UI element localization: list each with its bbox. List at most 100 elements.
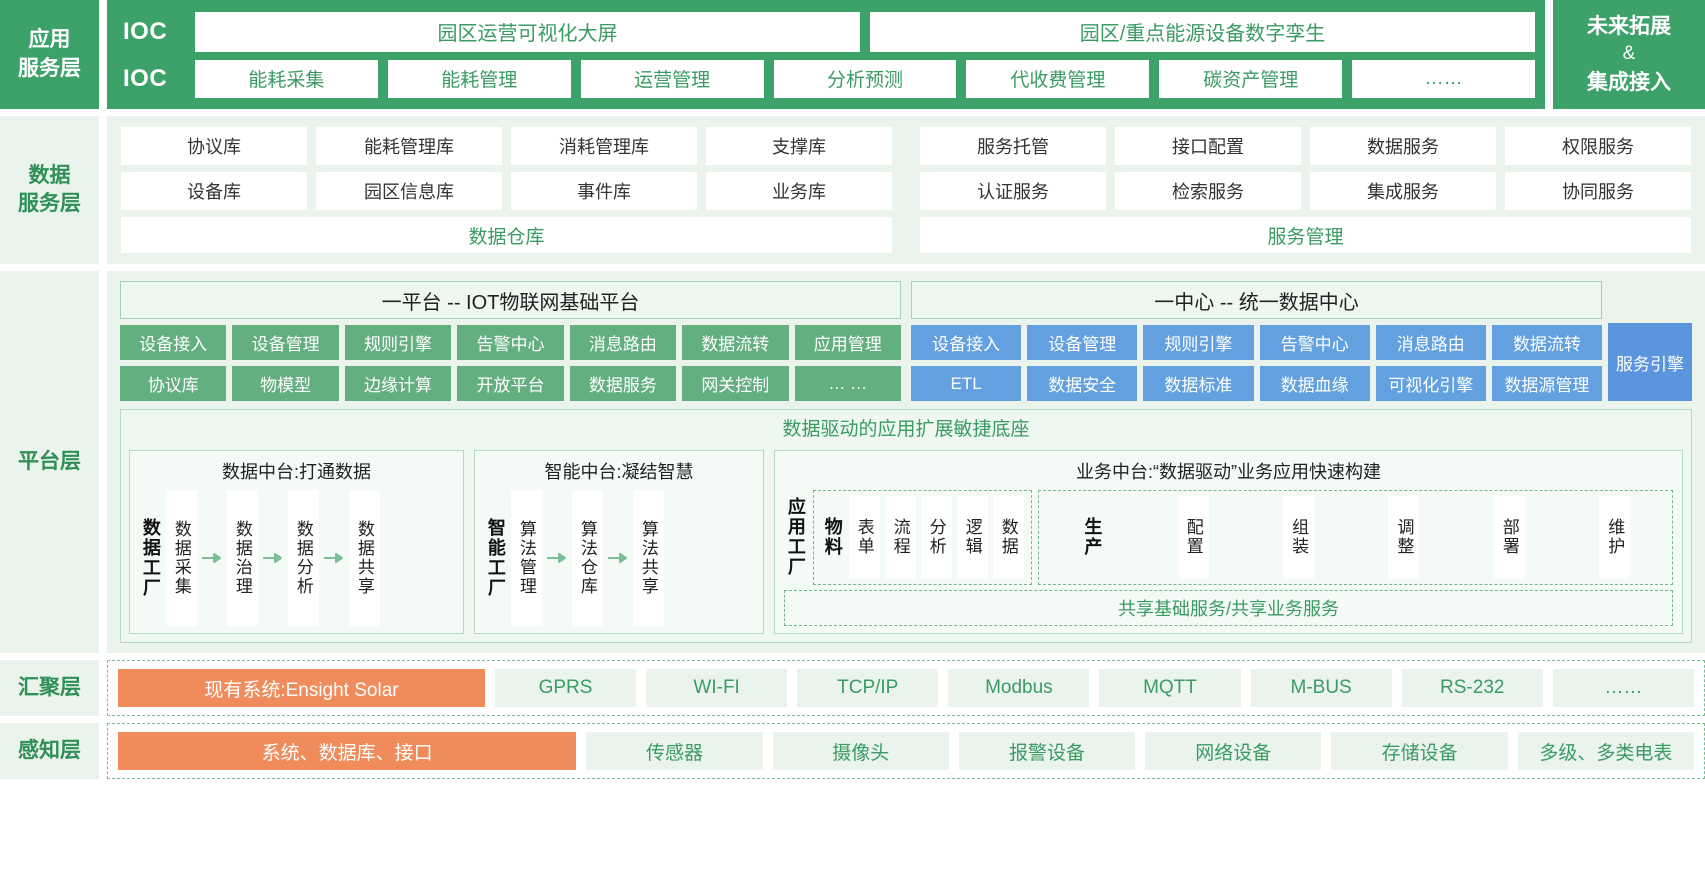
iot-chip-app-manage[interactable]: 应用管理 bbox=[794, 325, 901, 360]
iot-chip-alarm-center[interactable]: 告警中心 bbox=[457, 325, 564, 360]
business-group-production: 生产 配置 组装 调整 部署 维护 bbox=[1037, 489, 1673, 585]
service-management-footer: 服务管理 bbox=[920, 217, 1691, 253]
app-chip-operation-manage[interactable]: 运营管理 bbox=[580, 59, 764, 98]
application-bottom-row: IOC 能耗采集 能耗管理 运营管理 分析预测 代收费管理 碳资产管理 …… bbox=[117, 59, 1536, 98]
platform-top-section: 一平台 -- IOT物联网基础平台 设备接入 设备管理 规则引擎 告警中心 消息… bbox=[120, 281, 1692, 401]
perc-chip-storage-device[interactable]: 存储设备 bbox=[1331, 732, 1508, 770]
ds-chip-consumption-manage-lib[interactable]: 消耗管理库 bbox=[511, 127, 697, 165]
biz-cell-analysis[interactable]: 分析 bbox=[920, 495, 952, 579]
ai-step-algorithm-sharing[interactable]: 算法共享 bbox=[632, 489, 664, 626]
app-chip-more[interactable]: …… bbox=[1352, 59, 1536, 98]
aggr-chip-wifi[interactable]: WI-FI bbox=[646, 669, 788, 707]
aggr-chip-mbus[interactable]: M-BUS bbox=[1250, 669, 1392, 707]
ai-step-algorithm-manage[interactable]: 算法管理 bbox=[510, 489, 542, 626]
platform-label-text: 平台层 bbox=[18, 449, 81, 473]
aggr-chip-rs232[interactable]: RS-232 bbox=[1401, 669, 1543, 707]
dc-chip-data-security[interactable]: 数据安全 bbox=[1027, 366, 1138, 401]
dc-chip-data-flow[interactable]: 数据流转 bbox=[1491, 325, 1603, 360]
perc-chip-system-db-interface[interactable]: 系统、数据库、接口 bbox=[118, 732, 577, 770]
iot-chip-device-manage[interactable]: 设备管理 bbox=[232, 325, 339, 360]
perc-chip-meters[interactable]: 多级、多类电表 bbox=[1517, 732, 1695, 770]
perc-chip-camera[interactable]: 摄像头 bbox=[772, 732, 949, 770]
ds-chip-energy-manage-lib[interactable]: 能耗管理库 bbox=[316, 127, 502, 165]
aggr-chip-modbus[interactable]: Modbus bbox=[948, 669, 1090, 707]
ds-chip-collaboration-service[interactable]: 协同服务 bbox=[1505, 172, 1691, 210]
ds-chip-integration-service[interactable]: 集成服务 bbox=[1310, 172, 1496, 210]
iot-chip-open-platform[interactable]: 开放平台 bbox=[457, 366, 564, 401]
iot-chip-rule-engine[interactable]: 规则引擎 bbox=[344, 325, 452, 360]
biz-cell-data[interactable]: 数据 bbox=[992, 495, 1024, 579]
iot-chip-edge-computing[interactable]: 边缘计算 bbox=[344, 366, 452, 401]
dc-chip-alarm-center[interactable]: 告警中心 bbox=[1259, 325, 1370, 360]
ds-chip-data-service[interactable]: 数据服务 bbox=[1310, 127, 1496, 165]
biz-cell-deploy[interactable]: 部署 bbox=[1493, 495, 1525, 579]
biz-cell-config[interactable]: 配置 bbox=[1177, 495, 1209, 579]
biz-cell-adjust[interactable]: 调整 bbox=[1388, 495, 1420, 579]
dc-chip-etl[interactable]: ETL bbox=[911, 366, 1022, 401]
iot-chip-thing-model[interactable]: 物模型 bbox=[232, 366, 339, 401]
application-factory-label: 应用工厂 bbox=[785, 497, 806, 578]
data-step-analysis[interactable]: 数据分析 bbox=[287, 489, 319, 626]
perc-chip-alarm-device[interactable]: 报警设备 bbox=[958, 732, 1136, 770]
ds-chip-service-hosting[interactable]: 服务托管 bbox=[920, 127, 1106, 165]
service-management-row1: 服务托管 接口配置 数据服务 权限服务 bbox=[920, 127, 1691, 165]
service-management-group: 服务托管 接口配置 数据服务 权限服务 认证服务 检索服务 集成服务 协同服务 … bbox=[920, 127, 1691, 253]
ds-chip-device-lib[interactable]: 设备库 bbox=[121, 172, 307, 210]
ds-chip-business-lib[interactable]: 业务库 bbox=[706, 172, 892, 210]
layer-label-aggregation: 汇聚层 bbox=[0, 660, 99, 716]
data-step-sharing[interactable]: 数据共享 bbox=[348, 489, 380, 626]
app-chip-carbon-asset[interactable]: 碳资产管理 bbox=[1159, 59, 1343, 98]
application-main-panel: IOC 园区运营可视化大屏 园区/重点能源设备数字孪生 IOC 能耗采集 能耗管… bbox=[107, 0, 1545, 109]
dc-chip-device-access[interactable]: 设备接入 bbox=[911, 325, 1022, 360]
dc-chip-data-lineage[interactable]: 数据血缘 bbox=[1259, 366, 1370, 401]
ds-chip-permission-service[interactable]: 权限服务 bbox=[1505, 127, 1691, 165]
iot-chip-more[interactable]: … … bbox=[794, 366, 901, 401]
iot-chip-data-flow[interactable]: 数据流转 bbox=[682, 325, 789, 360]
aggr-chip-gprs[interactable]: GPRS bbox=[494, 669, 637, 707]
service-engine-block[interactable]: 服务引擎 bbox=[1608, 323, 1692, 401]
biz-cell-maintain[interactable]: 维护 bbox=[1599, 495, 1631, 579]
ai-middle-platform-title: 智能中台:凝结智慧 bbox=[544, 461, 694, 482]
data-step-collect[interactable]: 数据采集 bbox=[165, 489, 197, 626]
dc-chip-visualization-engine[interactable]: 可视化引擎 bbox=[1375, 366, 1486, 401]
ds-chip-protocol-lib[interactable]: 协议库 bbox=[121, 127, 307, 165]
iot-chip-message-routing[interactable]: 消息路由 bbox=[569, 325, 677, 360]
aggr-chip-more[interactable]: …… bbox=[1552, 669, 1694, 707]
iot-chip-data-service[interactable]: 数据服务 bbox=[569, 366, 677, 401]
dc-chip-device-manage[interactable]: 设备管理 bbox=[1027, 325, 1138, 360]
dc-chip-data-standard[interactable]: 数据标准 bbox=[1143, 366, 1254, 401]
perc-chip-network-device[interactable]: 网络设备 bbox=[1145, 732, 1322, 770]
biz-cell-process[interactable]: 流程 bbox=[884, 495, 916, 579]
iot-chip-gateway-control[interactable]: 网关控制 bbox=[682, 366, 789, 401]
ai-step-algorithm-repo[interactable]: 算法仓库 bbox=[571, 489, 603, 626]
aggr-chip-tcpip[interactable]: TCP/IP bbox=[797, 669, 939, 707]
aggr-chip-existing-system[interactable]: 现有系统:Ensight Solar bbox=[118, 669, 485, 707]
biz-cell-logic[interactable]: 逻辑 bbox=[956, 495, 988, 579]
app-chip-analysis-forecast[interactable]: 分析预测 bbox=[773, 59, 957, 98]
dc-chip-rule-engine[interactable]: 规则引擎 bbox=[1143, 325, 1254, 360]
data-step-governance[interactable]: 数据治理 bbox=[226, 489, 258, 626]
perc-chip-sensor[interactable]: 传感器 bbox=[586, 732, 763, 770]
future-extension-panel: 未来拓展 & 集成接入 bbox=[1553, 0, 1705, 109]
data-middle-platform-flow: 数据工厂 数据采集 数据治理 数据分析 数据共享 bbox=[139, 489, 454, 626]
app-chip-energy-collect[interactable]: 能耗采集 bbox=[195, 59, 378, 98]
dc-chip-datasource-manage[interactable]: 数据源管理 bbox=[1491, 366, 1603, 401]
application-label-line2: 服务层 bbox=[18, 56, 81, 80]
app-chip-billing-manage[interactable]: 代收费管理 bbox=[966, 59, 1150, 98]
ds-chip-interface-config[interactable]: 接口配置 bbox=[1115, 127, 1301, 165]
aggr-chip-mqtt[interactable]: MQTT bbox=[1099, 669, 1241, 707]
iot-chip-protocol-lib[interactable]: 协议库 bbox=[120, 366, 227, 401]
ds-chip-park-info-lib[interactable]: 园区信息库 bbox=[316, 172, 502, 210]
ds-chip-event-lib[interactable]: 事件库 bbox=[511, 172, 697, 210]
iot-chip-device-access[interactable]: 设备接入 bbox=[120, 325, 227, 360]
app-chip-visual-screen[interactable]: 园区运营可视化大屏 bbox=[195, 11, 860, 52]
app-chip-energy-manage[interactable]: 能耗管理 bbox=[387, 59, 571, 98]
ds-chip-auth-service[interactable]: 认证服务 bbox=[920, 172, 1106, 210]
data-service-label-line2: 服务层 bbox=[18, 192, 81, 215]
biz-cell-assemble[interactable]: 组装 bbox=[1283, 495, 1315, 579]
biz-cell-form[interactable]: 表单 bbox=[848, 495, 880, 579]
ds-chip-search-service[interactable]: 检索服务 bbox=[1115, 172, 1301, 210]
ds-chip-support-lib[interactable]: 支撑库 bbox=[706, 127, 892, 165]
app-chip-digital-twin[interactable]: 园区/重点能源设备数字孪生 bbox=[870, 11, 1535, 52]
dc-chip-message-routing[interactable]: 消息路由 bbox=[1375, 325, 1486, 360]
